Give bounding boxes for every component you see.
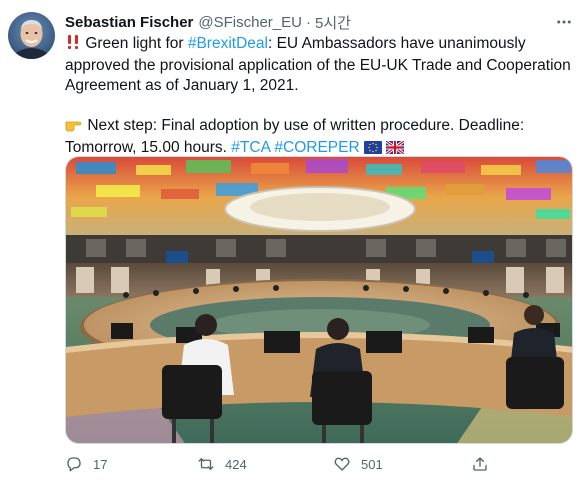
reply-icon bbox=[67, 457, 81, 472]
tweet-paragraph-1: Green light for #BrexitDeal: EU Ambassad… bbox=[65, 34, 577, 96]
tweet-header: Sebastian Fischer @SFischer_EU · 5시간 bbox=[65, 12, 546, 32]
hashtag-tca[interactable]: #TCA bbox=[231, 139, 270, 156]
like-count: 501 bbox=[361, 456, 383, 472]
meeting-room-photo bbox=[66, 157, 572, 443]
retweet-count: 424 bbox=[225, 456, 247, 472]
hashtag-coreper[interactable]: #COREPER bbox=[274, 139, 359, 156]
like-button[interactable]: 501 bbox=[333, 455, 383, 473]
tweet[interactable]: Sebastian Fischer @SFischer_EU · 5시간 Gre… bbox=[0, 0, 586, 482]
avatar-photo bbox=[8, 12, 55, 59]
double-exclamation-emoji bbox=[65, 34, 81, 56]
retweet-button[interactable]: 424 bbox=[197, 455, 247, 473]
share-button[interactable] bbox=[471, 455, 499, 473]
tweet-timestamp[interactable]: 5시간 bbox=[315, 12, 351, 33]
share-icon bbox=[473, 457, 487, 471]
tweet-paragraph-2: Next step: Final adoption by use of writ… bbox=[65, 116, 577, 160]
like-icon bbox=[334, 457, 350, 471]
tweet-media-photo[interactable] bbox=[65, 156, 573, 444]
separator-dot: · bbox=[305, 13, 311, 31]
tweet-text: Green light for #BrexitDeal: EU Ambassad… bbox=[65, 34, 577, 160]
more-icon[interactable] bbox=[552, 10, 576, 34]
avatar[interactable] bbox=[8, 12, 55, 59]
author-name[interactable]: Sebastian Fischer bbox=[65, 14, 193, 31]
pointing-right-hand-emoji bbox=[65, 116, 83, 138]
retweet-icon bbox=[198, 458, 214, 470]
author-handle[interactable]: @SFischer_EU bbox=[198, 14, 302, 31]
reply-button[interactable]: 17 bbox=[65, 455, 107, 473]
reply-count: 17 bbox=[93, 456, 108, 472]
hashtag-brexitdeal[interactable]: #BrexitDeal bbox=[188, 35, 268, 52]
tweet-actions: 17 424 501 bbox=[65, 453, 515, 475]
tweet-line1-lead: Green light for bbox=[85, 35, 188, 52]
